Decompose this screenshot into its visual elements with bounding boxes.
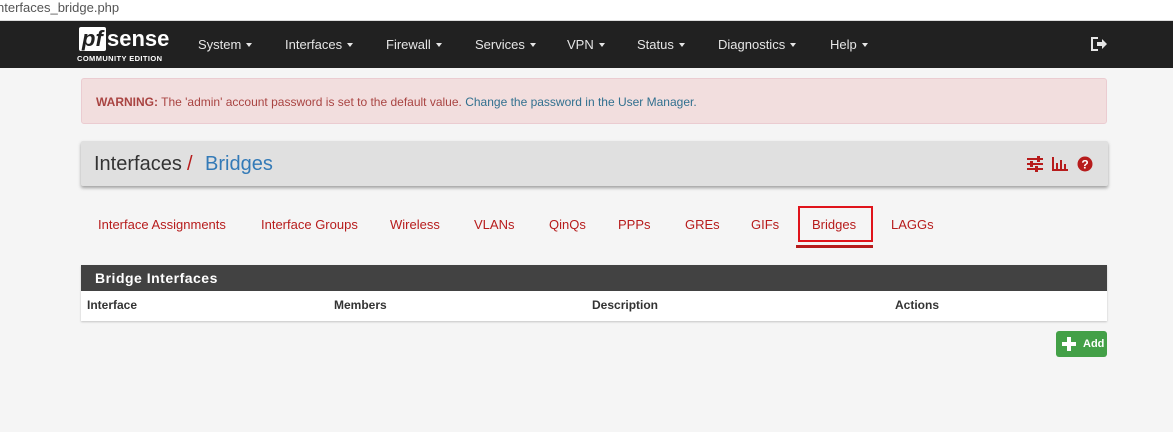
breadcrumb: Interfaces / Bridges ?	[81, 141, 1108, 186]
caret-down-icon	[529, 43, 536, 47]
column-header-actions: Actions	[895, 298, 940, 312]
caret-down-icon	[246, 43, 253, 47]
pfsense-logo[interactable]: pf sense COMMUNITY EDITION	[77, 27, 173, 65]
bridge-interfaces-panel: Bridge Interfaces Interface Members Desc…	[81, 265, 1107, 321]
menu-status-label: Status	[637, 37, 674, 52]
alert-label: WARNING:	[96, 95, 158, 109]
logo-sense-text: sense	[107, 26, 170, 51]
alert-message: The 'admin' account password is set to t…	[158, 95, 466, 109]
menu-vpn-label: VPN	[567, 37, 594, 52]
caret-down-icon	[678, 43, 685, 47]
caret-down-icon	[790, 43, 797, 47]
logo-edition-text: COMMUNITY EDITION	[77, 54, 163, 63]
add-button-label: Add	[1083, 338, 1105, 350]
menu-diagnostics[interactable]: Diagnostics	[718, 37, 797, 52]
tab-interface-assignments[interactable]: Interface Assignments	[98, 217, 226, 232]
browser-url-bar[interactable]: nterfaces_bridge.php	[0, 0, 1173, 21]
help-icon[interactable]: ?	[1076, 156, 1094, 172]
menu-firewall-label: Firewall	[386, 37, 431, 52]
menu-services[interactable]: Services	[475, 37, 536, 52]
caret-down-icon	[861, 43, 868, 47]
menu-firewall[interactable]: Firewall	[386, 37, 442, 52]
logo-pf-text: pf	[79, 27, 106, 51]
active-tab-underline	[796, 245, 873, 248]
tab-wireless[interactable]: Wireless	[390, 217, 440, 232]
menu-help[interactable]: Help	[830, 37, 868, 52]
caret-down-icon	[598, 43, 605, 47]
tab-ppps[interactable]: PPPs	[618, 217, 651, 232]
menu-help-label: Help	[830, 37, 857, 52]
tab-gres[interactable]: GREs	[685, 217, 720, 232]
tab-interface-groups[interactable]: Interface Groups	[261, 217, 358, 232]
plus-icon	[1062, 337, 1076, 351]
svg-text:?: ?	[1081, 158, 1088, 172]
sliders-icon[interactable]	[1026, 156, 1044, 172]
change-password-link[interactable]: Change the password in the User Manager.	[465, 95, 696, 109]
menu-system-label: System	[198, 37, 242, 52]
menu-status[interactable]: Status	[637, 37, 685, 52]
panel-heading: Bridge Interfaces	[81, 265, 1107, 291]
tab-gifs[interactable]: GIFs	[751, 217, 779, 232]
column-header-description: Description	[592, 298, 659, 312]
sign-out-icon[interactable]	[1090, 36, 1108, 52]
interface-tabs: Interface Assignments Interface Groups W…	[81, 205, 1107, 248]
tab-qinqs[interactable]: QinQs	[549, 217, 586, 232]
caret-down-icon	[347, 43, 354, 47]
tab-laggs[interactable]: LAGGs	[891, 217, 934, 232]
menu-services-label: Services	[475, 37, 525, 52]
menu-interfaces-label: Interfaces	[285, 37, 343, 52]
menu-vpn[interactable]: VPN	[567, 37, 605, 52]
top-navbar: pf sense COMMUNITY EDITION System Interf…	[0, 21, 1173, 68]
menu-system[interactable]: System	[198, 37, 253, 52]
column-header-members: Members	[334, 298, 387, 312]
panel-title: Bridge Interfaces	[95, 270, 218, 286]
menu-interfaces[interactable]: Interfaces	[285, 37, 354, 52]
breadcrumb-current[interactable]: Bridges	[205, 153, 273, 176]
menu-diagnostics-label: Diagnostics	[718, 37, 786, 52]
tab-vlans[interactable]: VLANs	[474, 217, 514, 232]
tab-bridges[interactable]: Bridges	[812, 217, 856, 232]
breadcrumb-parent[interactable]: Interfaces	[94, 153, 182, 176]
url-text: nterfaces_bridge.php	[0, 0, 120, 15]
default-password-alert: WARNING: The 'admin' account password is…	[81, 78, 1107, 124]
breadcrumb-separator: /	[187, 153, 193, 175]
caret-down-icon	[435, 43, 442, 47]
add-bridge-button[interactable]: Add	[1056, 331, 1107, 357]
alert-text: WARNING: The 'admin' account password is…	[96, 95, 697, 109]
bar-chart-icon[interactable]	[1051, 156, 1069, 172]
column-header-interface: Interface	[87, 298, 138, 312]
